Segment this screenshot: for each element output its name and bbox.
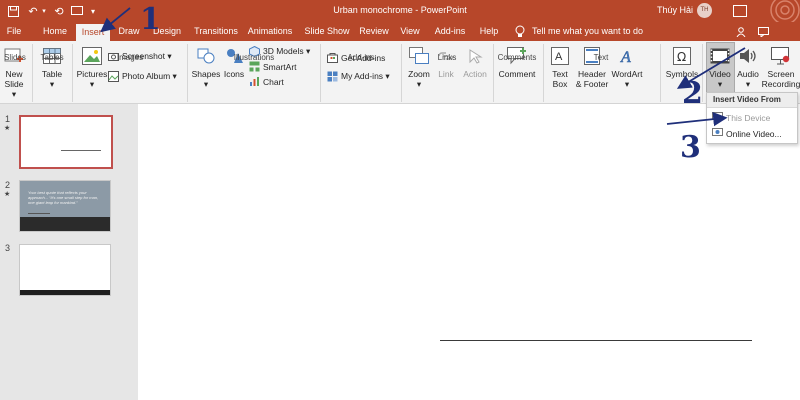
annotation-arrow-3	[666, 111, 728, 127]
annotation-arrow-2	[676, 47, 746, 89]
annotation-arrows	[100, 7, 746, 127]
annotation-arrow-1	[100, 7, 131, 33]
